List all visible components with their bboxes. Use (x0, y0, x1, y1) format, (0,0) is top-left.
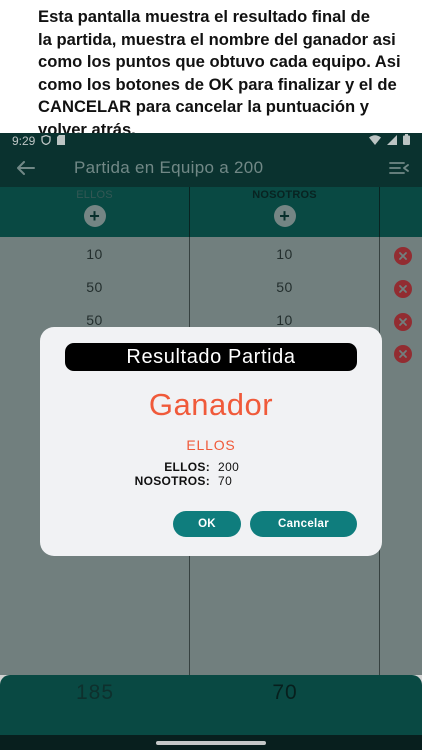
caption-line-2: la partida, muestra el nombre del ganado… (38, 29, 396, 49)
team2-final-value: 70 (218, 474, 233, 488)
caption-line-5: CANCELAR para cancelar la puntuación y (38, 97, 370, 116)
caption-line-3: como los puntos que obtuvo cada equipo. … (38, 52, 401, 71)
team2-final-score: NOSOTROS: 70 (40, 474, 382, 488)
team1-final-label: ELLOS: (164, 460, 210, 474)
winner-name: ELLOS (186, 437, 236, 453)
caption-line-4: como los botones de OK para finalizar y … (38, 74, 397, 94)
team1-final-score: ELLOS: 200 (40, 460, 382, 474)
result-dialog: Resultado Partida Ganador ELLOS ELLOS: 2… (40, 327, 382, 556)
winner-heading: Ganador (148, 387, 274, 422)
cancel-button[interactable]: Cancelar (250, 511, 357, 537)
team2-final-label: NOSOTROS: (134, 474, 210, 488)
dialog-title: Resultado Partida (65, 343, 357, 371)
instruction-caption: Esta pantalla muestra el resultado final… (0, 0, 422, 139)
ok-button[interactable]: OK (173, 511, 241, 537)
caption-line-1: Esta pantalla muestra el resultado final… (38, 7, 370, 26)
team1-final-value: 200 (218, 460, 240, 474)
